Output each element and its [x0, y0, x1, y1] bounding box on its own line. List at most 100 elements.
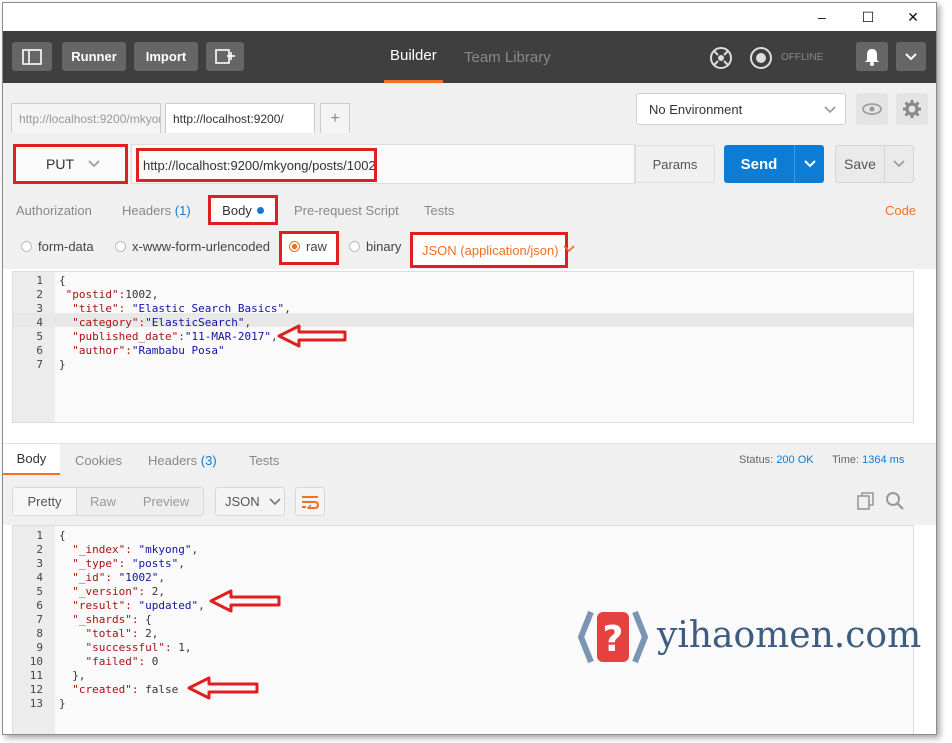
- response-tabs: Body Cookies Headers (3) Tests Status: 2…: [3, 443, 936, 476]
- settings-menu-button[interactable]: [896, 42, 926, 71]
- notifications-button[interactable]: [856, 42, 888, 71]
- request-tab-1[interactable]: http://localhost:9200/mkyong: [11, 103, 161, 133]
- body-indicator-dot: [256, 206, 264, 214]
- url-input[interactable]: http://localhost:9200/mkyong/posts/1002: [136, 148, 377, 182]
- status-value: 200 OK: [776, 454, 814, 466]
- tab-builder[interactable]: Builder: [384, 31, 443, 83]
- chevron-down-icon: [824, 106, 836, 114]
- line-number: 8: [36, 627, 43, 640]
- line-number: 3: [36, 557, 43, 570]
- code-line: "category":"ElasticSearch",: [72, 316, 252, 329]
- svg-text:?: ?: [603, 619, 624, 660]
- radio-form-data-label: form-data: [38, 239, 94, 254]
- line-number: 1: [36, 529, 43, 542]
- tab-headers-label: Headers: [122, 202, 172, 218]
- maximize-button[interactable]: ☐: [845, 3, 891, 31]
- radio-circle: [115, 241, 126, 252]
- radio-circle-selected: [289, 241, 300, 252]
- bell-icon: [865, 48, 879, 66]
- import-button[interactable]: Import: [134, 42, 198, 71]
- tab-authorization[interactable]: Authorization: [16, 193, 92, 227]
- manage-environments-button[interactable]: [896, 93, 928, 125]
- code-line: "created": false: [72, 683, 179, 696]
- response-tab-cookies[interactable]: Cookies: [75, 444, 122, 476]
- tab-team-library[interactable]: Team Library: [464, 31, 551, 83]
- wrap-lines-icon: [302, 495, 319, 509]
- watermark-text: yihaomen.com: [657, 615, 922, 656]
- view-raw-button[interactable]: Raw: [77, 488, 129, 515]
- close-button[interactable]: ✕: [890, 3, 936, 31]
- line-number: 9: [36, 641, 43, 654]
- line-number: 4: [36, 571, 43, 584]
- response-format-value: JSON: [225, 494, 260, 509]
- wrap-lines-button[interactable]: [295, 487, 325, 516]
- view-preview-button[interactable]: Preview: [129, 488, 203, 515]
- postman-window: – ☐ ✕ Runner Import Builder Team Library…: [2, 2, 937, 735]
- time-label: Time:: [832, 454, 860, 466]
- line-number: 3: [36, 302, 43, 315]
- line-number: 2: [36, 288, 43, 301]
- code-link[interactable]: Code: [885, 193, 916, 227]
- search-icon[interactable]: [885, 491, 905, 514]
- send-button[interactable]: Send: [724, 145, 794, 183]
- line-number: 11: [29, 669, 43, 682]
- response-toolbar: Pretty Raw Preview JSON: [3, 475, 936, 525]
- new-tab-button[interactable]: [206, 42, 244, 71]
- line-number: 13: [29, 697, 43, 710]
- radio-raw-label: raw: [306, 239, 327, 254]
- radio-circle: [21, 241, 32, 252]
- tab-headers[interactable]: Headers (1): [122, 193, 191, 227]
- save-button[interactable]: Save: [836, 146, 884, 182]
- code-line: "title": "Elastic Search Basics",: [72, 302, 291, 315]
- method-select[interactable]: PUT: [13, 144, 128, 184]
- time-value: 1364 ms: [862, 454, 905, 466]
- interceptor-icon[interactable]: [709, 46, 733, 73]
- tab-tests[interactable]: Tests: [424, 193, 454, 227]
- tab-body[interactable]: Body: [208, 195, 278, 225]
- code-line: "failed": 0: [85, 655, 159, 668]
- response-tab-headers[interactable]: Headers (3): [148, 444, 217, 476]
- response-headers-count: (3): [200, 452, 217, 468]
- request-body-editor[interactable]: 1 {2 "postid":1002, 3 "title": "Elastic Se…: [12, 271, 914, 423]
- code-line: "successful": 1,: [85, 641, 192, 654]
- code-line: "_type": "posts",: [72, 557, 185, 570]
- sidebar-icon: [22, 48, 42, 65]
- environment-quick-look-button[interactable]: [856, 93, 888, 125]
- radio-urlencoded[interactable]: x-www-form-urlencoded: [115, 239, 270, 254]
- content-type-select[interactable]: JSON (application/json): [410, 232, 568, 268]
- params-button[interactable]: Params: [635, 145, 715, 183]
- code-line: "_shards": {: [72, 613, 152, 626]
- response-format-select[interactable]: JSON: [215, 487, 285, 516]
- environment-selected: No Environment: [649, 101, 743, 117]
- minimize-button[interactable]: –: [799, 3, 845, 31]
- line-number: 2: [36, 543, 43, 556]
- environment-select[interactable]: No Environment: [636, 93, 846, 125]
- line-number: 12: [29, 683, 43, 696]
- radio-form-data[interactable]: form-data: [21, 239, 94, 254]
- chevron-down-icon: [563, 245, 575, 253]
- response-tab-body[interactable]: Body: [3, 444, 60, 476]
- method-value: PUT: [46, 156, 74, 172]
- response-tab-tests[interactable]: Tests: [249, 444, 279, 476]
- line-number: 6: [36, 599, 43, 612]
- sidebar-toggle-button[interactable]: [12, 42, 52, 71]
- tab-prerequest-script[interactable]: Pre-request Script: [294, 193, 399, 227]
- gear-icon: [903, 100, 921, 118]
- runner-button[interactable]: Runner: [62, 42, 126, 71]
- radio-binary[interactable]: binary: [349, 239, 401, 254]
- add-tab-button[interactable]: +: [320, 103, 350, 133]
- view-mode-group: Pretty Raw Preview: [12, 487, 204, 516]
- copy-icon[interactable]: [856, 491, 876, 514]
- send-options-button[interactable]: [794, 145, 824, 183]
- code-line: }: [59, 697, 66, 710]
- view-pretty-button[interactable]: Pretty: [13, 488, 77, 515]
- chevron-down-icon: [803, 160, 816, 168]
- sync-icon[interactable]: [749, 46, 773, 73]
- eye-icon: [862, 103, 882, 115]
- radio-raw[interactable]: raw: [289, 239, 327, 254]
- line-number: 7: [36, 613, 43, 626]
- response-headers-label: Headers: [148, 452, 198, 468]
- save-options-button[interactable]: [884, 146, 913, 182]
- code-line: "_index": "mkyong",: [72, 543, 199, 556]
- request-tab-2[interactable]: http://localhost:9200/: [165, 103, 315, 133]
